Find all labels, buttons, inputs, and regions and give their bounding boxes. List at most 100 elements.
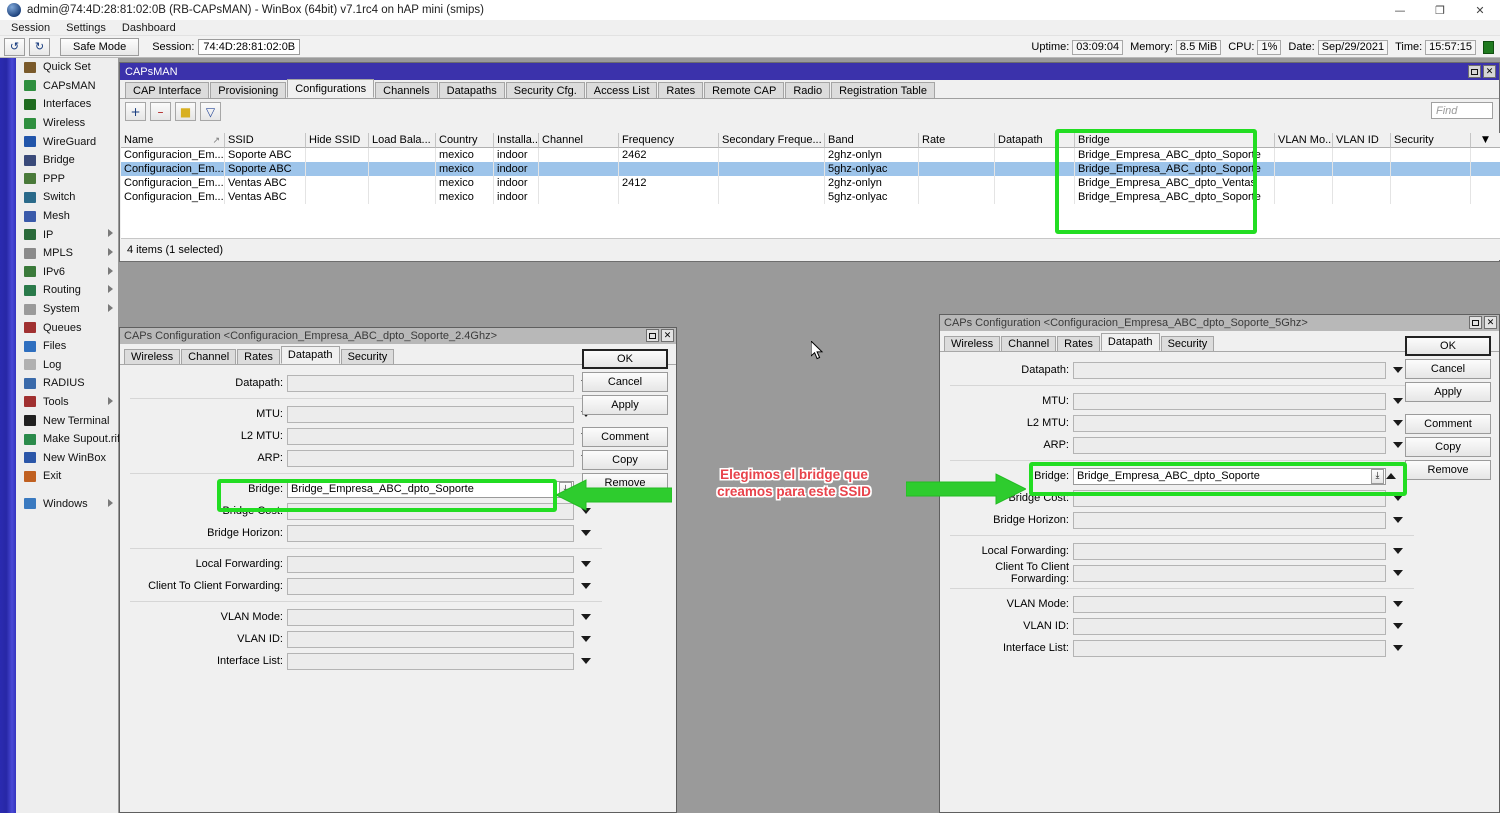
redo-button[interactable]: ↻: [29, 38, 50, 56]
capsman-tab-registration-table[interactable]: Registration Table: [831, 82, 935, 98]
bridge-field[interactable]: Bridge_Empresa_ABC_dpto_Soporte: [287, 481, 574, 498]
mtu-field[interactable]: [1073, 393, 1386, 410]
vlan-id-field[interactable]: [1073, 618, 1386, 635]
capsman-tab-configurations[interactable]: Configurations: [287, 79, 374, 98]
column-header-ssid[interactable]: SSID: [225, 133, 306, 148]
dialog-copy-button[interactable]: Copy: [582, 450, 668, 470]
sidebar-item-quick-set[interactable]: Quick Set: [16, 58, 118, 77]
dialog-tab-security[interactable]: Security: [341, 349, 395, 364]
datapath-field[interactable]: [1073, 362, 1386, 379]
column-header-security[interactable]: Security: [1391, 133, 1471, 148]
sidebar-item-mesh[interactable]: Mesh: [16, 207, 118, 226]
sidebar-item-tools[interactable]: Tools: [16, 393, 118, 412]
dialog-apply-button[interactable]: Apply: [1405, 382, 1491, 402]
dialog-remove-button[interactable]: Remove: [582, 473, 668, 493]
sidebar-item-capsman[interactable]: CAPsMAN: [16, 77, 118, 96]
vlan-id-field[interactable]: [287, 631, 574, 648]
bridge-cost-dropdown-arrow-icon[interactable]: [578, 503, 594, 520]
local-forwarding-field[interactable]: [287, 556, 574, 573]
sidebar-item-queues[interactable]: Queues: [16, 318, 118, 337]
sidebar-item-radius[interactable]: RADIUS: [16, 374, 118, 393]
dialog-remove-button[interactable]: Remove: [1405, 460, 1491, 480]
column-header-band[interactable]: Band: [825, 133, 919, 148]
sidebar-item-exit[interactable]: Exit: [16, 467, 118, 486]
sidebar-item-switch[interactable]: Switch: [16, 188, 118, 207]
interface-list-field[interactable]: [287, 653, 574, 670]
table-row[interactable]: Configuracion_Em...Ventas ABCmexicoindoo…: [121, 190, 1500, 204]
column-header-secondary-freque[interactable]: Secondary Freque...: [719, 133, 825, 148]
sidebar-item-new-terminal[interactable]: New Terminal: [16, 411, 118, 430]
dialog-tab-wireless[interactable]: Wireless: [124, 349, 180, 364]
safe-mode-button[interactable]: Safe Mode: [60, 38, 139, 56]
sidebar-item-mpls[interactable]: MPLS: [16, 244, 118, 263]
dialog-cancel-button[interactable]: Cancel: [1405, 359, 1491, 379]
sidebar-item-wireguard[interactable]: WireGuard: [16, 132, 118, 151]
menu-item-session[interactable]: Session: [3, 22, 58, 34]
client-to-client-forwarding-field[interactable]: [287, 578, 574, 595]
capsman-restore-button[interactable]: [1468, 65, 1481, 78]
undo-button[interactable]: ↺: [4, 38, 25, 56]
client-to-client-forwarding-dropdown-arrow-icon[interactable]: [1390, 565, 1406, 582]
column-header-bridge[interactable]: Bridge: [1075, 133, 1275, 148]
dialog-apply-button[interactable]: Apply: [582, 395, 668, 415]
sidebar-item-files[interactable]: Files: [16, 337, 118, 356]
dialog-tab-rates[interactable]: Rates: [1057, 336, 1100, 351]
dialog-tab-rates[interactable]: Rates: [237, 349, 280, 364]
vlan-id-dropdown-arrow-icon[interactable]: [1390, 618, 1406, 635]
column-header-country[interactable]: Country: [436, 133, 494, 148]
sidebar-item-wireless[interactable]: Wireless: [16, 114, 118, 133]
column-header-vlan-id[interactable]: VLAN ID: [1333, 133, 1391, 148]
column-header-installa[interactable]: Installa...: [494, 133, 539, 148]
bridge-dropdown-button[interactable]: ⤓: [559, 482, 572, 497]
vlan-mode-field[interactable]: [287, 609, 574, 626]
bridge-cost-dropdown-arrow-icon[interactable]: [1390, 490, 1406, 507]
session-value[interactable]: 74:4D:28:81:02:0B: [198, 39, 300, 55]
vlan-mode-dropdown-arrow-icon[interactable]: [578, 609, 594, 626]
datapath-dropdown-arrow-icon[interactable]: [1390, 362, 1406, 379]
vlan-id-dropdown-arrow-icon[interactable]: [578, 631, 594, 648]
client-to-client-forwarding-dropdown-arrow-icon[interactable]: [578, 578, 594, 595]
l2-mtu-field[interactable]: [1073, 415, 1386, 432]
column-header-name[interactable]: Name↗: [121, 133, 225, 148]
bridge-dropdown-button[interactable]: ⤓: [1371, 469, 1384, 484]
filter-button[interactable]: ▽: [200, 102, 221, 121]
column-chooser-button[interactable]: ▼: [1471, 133, 1500, 148]
bridge-field[interactable]: Bridge_Empresa_ABC_dpto_Soporte: [1073, 468, 1386, 485]
bridge-horizon-field[interactable]: [1073, 512, 1386, 529]
mtu-dropdown-arrow-icon[interactable]: [1390, 393, 1406, 410]
column-header-vlan-mo[interactable]: VLAN Mo...: [1275, 133, 1333, 148]
dialog-tab-datapath[interactable]: Datapath: [1101, 333, 1160, 351]
dialog-tab-channel[interactable]: Channel: [181, 349, 236, 364]
local-forwarding-field[interactable]: [1073, 543, 1386, 560]
table-row[interactable]: Configuracion_Em...Soporte ABCmexicoindo…: [121, 148, 1500, 162]
bridge-expand-arrow-icon[interactable]: [1384, 468, 1398, 485]
capsman-close-button[interactable]: ✕: [1483, 65, 1496, 78]
capsman-tab-security-cfg[interactable]: Security Cfg.: [506, 82, 585, 98]
column-header-hide-ssid[interactable]: Hide SSID: [306, 133, 369, 148]
sidebar-item-system[interactable]: System: [16, 300, 118, 319]
menu-item-settings[interactable]: Settings: [58, 22, 114, 34]
column-header-load-bala[interactable]: Load Bala...: [369, 133, 436, 148]
dialog-tab-security[interactable]: Security: [1161, 336, 1215, 351]
capsman-tab-rates[interactable]: Rates: [658, 82, 703, 98]
capsman-tab-datapaths[interactable]: Datapaths: [439, 82, 505, 98]
bridge-cost-field[interactable]: [1073, 490, 1386, 507]
remove-button[interactable]: –: [150, 102, 171, 121]
menu-item-dashboard[interactable]: Dashboard: [114, 22, 184, 34]
table-row[interactable]: Configuracion_Em...Ventas ABCmexicoindoo…: [121, 176, 1500, 190]
sidebar-item-log[interactable]: Log: [16, 356, 118, 375]
dialog-ok-button[interactable]: OK: [1405, 336, 1491, 356]
capsman-tab-radio[interactable]: Radio: [785, 82, 830, 98]
capsman-tab-cap-interface[interactable]: CAP Interface: [125, 82, 209, 98]
local-forwarding-dropdown-arrow-icon[interactable]: [578, 556, 594, 573]
add-button[interactable]: +: [125, 102, 146, 121]
capsman-tab-access-list[interactable]: Access List: [586, 82, 658, 98]
dialog-copy-button[interactable]: Copy: [1405, 437, 1491, 457]
dialog-tab-datapath[interactable]: Datapath: [281, 346, 340, 364]
sidebar-item-ppp[interactable]: PPP: [16, 170, 118, 189]
dialog-comment-button[interactable]: Comment: [582, 427, 668, 447]
maximize-button[interactable]: ❐: [1420, 0, 1460, 20]
capsman-tab-provisioning[interactable]: Provisioning: [210, 82, 286, 98]
sidebar-item-routing[interactable]: Routing: [16, 281, 118, 300]
column-header-frequency[interactable]: Frequency: [619, 133, 719, 148]
